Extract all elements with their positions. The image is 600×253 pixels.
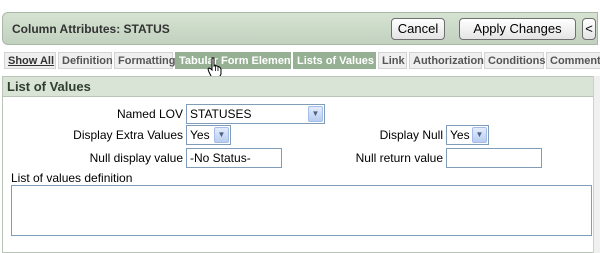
named-lov-value: STATUSES	[190, 107, 252, 121]
previous-button[interactable]: <	[582, 18, 596, 40]
display-null-label: Display Null	[379, 128, 443, 142]
named-lov-select[interactable]: STATUSES ▼	[186, 104, 325, 124]
chevron-down-icon[interactable]: ▼	[308, 106, 323, 122]
lov-definition-textarea[interactable]	[11, 185, 592, 236]
display-extra-values-value: Yes	[190, 128, 210, 142]
display-extra-values-label: Display Extra Values	[73, 128, 183, 142]
display-null-value: Yes	[450, 128, 470, 142]
null-return-value-label: Null return value	[355, 151, 443, 165]
chevron-down-icon[interactable]: ▼	[214, 127, 229, 143]
null-return-value-input[interactable]	[446, 148, 542, 168]
page-title: Column Attributes: STATUS	[12, 22, 170, 36]
tab-link[interactable]: Link	[378, 52, 407, 69]
tab-tabular-form-element[interactable]: Tabular Form Element	[175, 52, 294, 69]
tab-show-all[interactable]: Show All	[4, 52, 56, 69]
tab-authorization[interactable]: Authorization	[409, 52, 484, 69]
chevron-down-icon[interactable]: ▼	[472, 127, 487, 143]
apply-changes-button[interactable]: Apply Changes	[459, 18, 576, 40]
list-of-values-region: List of Values Named LOV STATUSES ▼ Disp…	[2, 76, 598, 253]
null-display-value-label: Null display value	[89, 151, 183, 165]
tab-comments[interactable]: Comments	[546, 52, 600, 69]
display-extra-values-select[interactable]: Yes ▼	[186, 125, 231, 145]
lov-definition-label: List of values definition	[11, 171, 133, 185]
section-tabs: Show All Definition Formatting Tabular Form…	[4, 52, 600, 69]
cancel-button[interactable]: Cancel	[391, 18, 445, 40]
page-header: Column Attributes: STATUS Cancel Apply C…	[2, 12, 598, 45]
region-title: List of Values	[3, 77, 598, 97]
named-lov-label: Named LOV	[116, 107, 183, 121]
tab-definition[interactable]: Definition	[58, 52, 113, 69]
tab-conditions[interactable]: Conditions	[484, 52, 545, 69]
tab-formatting[interactable]: Formatting	[114, 52, 175, 69]
null-display-value-text: -No Status-	[190, 151, 251, 165]
tab-lists-of-values[interactable]: Lists of Values	[293, 52, 376, 69]
null-display-value-input[interactable]: -No Status-	[186, 148, 282, 168]
scrollbar[interactable]	[593, 76, 600, 253]
display-null-select[interactable]: Yes ▼	[446, 125, 489, 145]
